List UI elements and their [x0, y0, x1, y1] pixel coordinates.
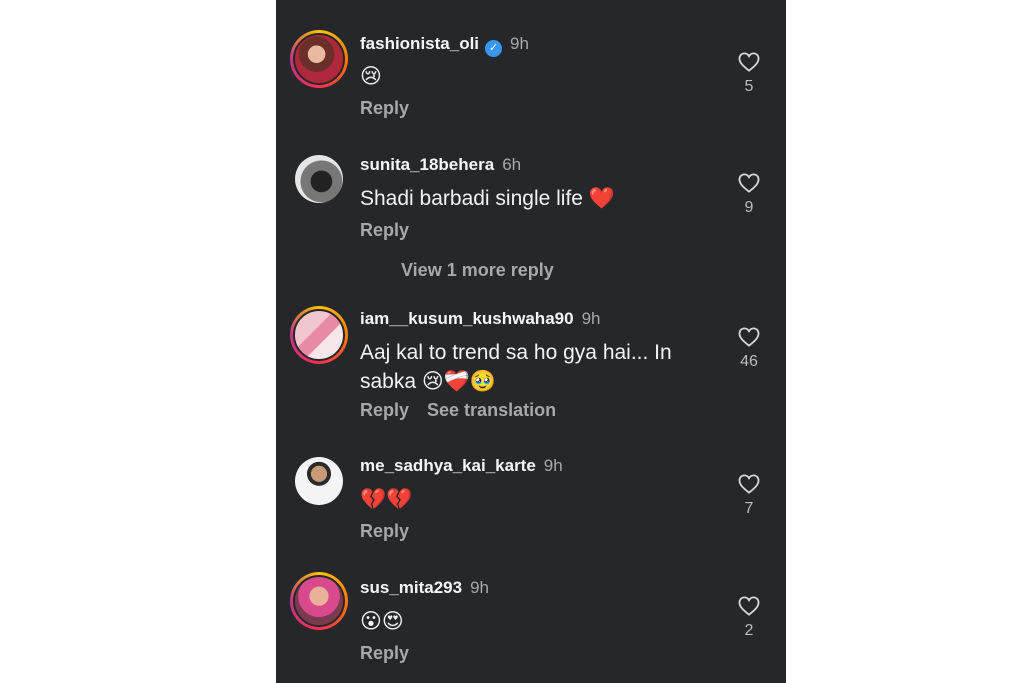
username[interactable]: sus_mita293 9h	[360, 578, 489, 598]
reply-button[interactable]: Reply	[360, 220, 409, 240]
username[interactable]: sunita_18behera 6h	[360, 155, 521, 175]
username[interactable]: iam__kusum_kushwaha90 9h	[360, 309, 600, 329]
comment-actions: Reply	[360, 643, 409, 664]
like-button[interactable]: 9	[736, 173, 762, 217]
heart-outline-icon[interactable]	[738, 52, 760, 72]
like-button[interactable]: 5	[736, 52, 762, 96]
heart-outline-icon[interactable]	[738, 596, 760, 616]
avatar[interactable]	[290, 150, 348, 208]
comment-text: Shadi barbadi single life ❤️	[360, 187, 615, 210]
username[interactable]: fashionista_oli ✓ 9h	[360, 34, 529, 57]
reply-button[interactable]: Reply	[360, 521, 409, 541]
comments-panel: fashionista_oli ✓ 9h 😢 Reply 5 sunita_18be…	[276, 0, 786, 683]
comment-actions: Reply	[360, 521, 409, 542]
comment-time: 9h	[470, 578, 489, 597]
avatar[interactable]	[290, 572, 348, 630]
comment-actions: Reply	[360, 220, 409, 241]
comment-time: 9h	[543, 456, 563, 475]
like-count: 9	[744, 199, 754, 216]
comment-text: Aaj kal to trend sa ho gya hai... In sab…	[360, 341, 672, 393]
avatar[interactable]	[290, 452, 348, 510]
reply-button[interactable]: Reply	[360, 400, 409, 420]
like-count: 7	[744, 500, 754, 517]
like-button[interactable]: 7	[736, 474, 762, 518]
heart-outline-icon[interactable]	[738, 173, 760, 193]
comment-actions: Reply See translation	[360, 400, 556, 421]
verified-badge-icon: ✓	[485, 40, 503, 57]
avatar[interactable]	[290, 306, 348, 364]
comment-time: 9h	[510, 34, 529, 53]
reply-button[interactable]: Reply	[360, 643, 409, 663]
like-count: 5	[744, 78, 754, 95]
avatar[interactable]	[290, 30, 348, 88]
like-count: 46	[740, 353, 758, 370]
reply-button[interactable]: Reply	[360, 98, 409, 118]
comment-time: 9h	[581, 309, 601, 328]
username[interactable]: me_sadhya_kai_karte 9h	[360, 456, 563, 476]
see-translation-button[interactable]: See translation	[427, 400, 556, 420]
comment-time: 6h	[502, 155, 522, 174]
comment-text: 😢	[360, 64, 382, 88]
like-button[interactable]: 2	[736, 596, 762, 640]
comment-text: 💔💔	[360, 487, 413, 511]
view-more-replies-button[interactable]: View 1 more reply	[401, 260, 554, 281]
heart-outline-icon[interactable]	[738, 474, 760, 494]
like-button[interactable]: 46	[736, 327, 762, 371]
heart-outline-icon[interactable]	[738, 327, 760, 347]
comment-text: 😮😍	[360, 609, 404, 633]
like-count: 2	[744, 622, 754, 639]
comment-actions: Reply	[360, 98, 409, 119]
